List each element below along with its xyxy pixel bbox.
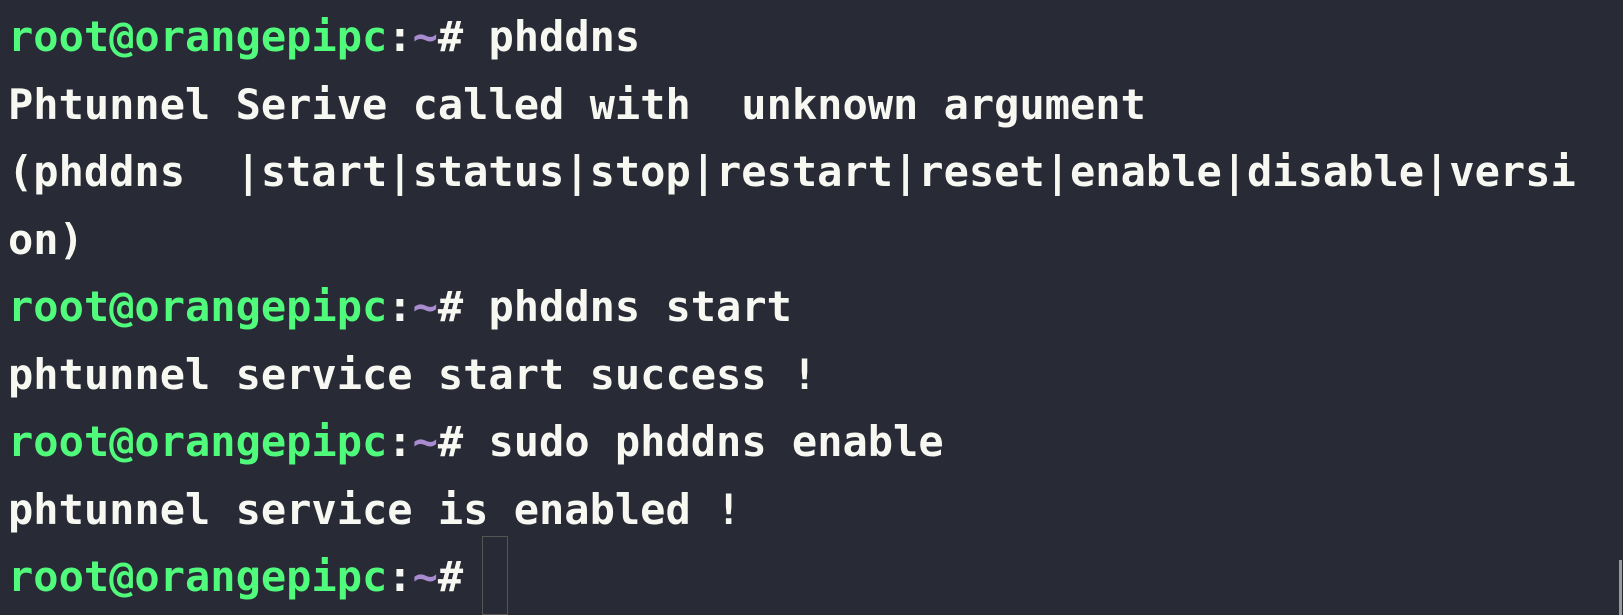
prompt-path: ~	[412, 552, 438, 601]
output-line: (phddns |start|status|stop|restart|reset…	[8, 147, 1576, 196]
prompt-user-host: root@orangepipc	[8, 552, 388, 601]
prompt-path: ~	[412, 282, 438, 331]
output-line: phtunnel service start success !	[8, 349, 818, 399]
prompt-symbol: #	[437, 552, 489, 601]
prompt-symbol: #	[437, 417, 489, 466]
prompt-line: root@orangepipc:~# phddns start	[8, 273, 1576, 341]
output-line: on)	[8, 214, 84, 264]
output-line: phtunnel service is enabled !	[8, 484, 742, 534]
prompt-colon: :	[387, 12, 413, 61]
prompt-colon: :	[387, 417, 413, 466]
prompt-line: root@orangepipc:~# sudo phddns enable	[8, 408, 1576, 476]
prompt-line: root@orangepipc:~# phddns	[8, 3, 1576, 71]
prompt-path: ~	[412, 12, 438, 61]
prompt-user-host: root@orangepipc	[8, 417, 388, 466]
prompt-symbol: #	[437, 282, 489, 331]
prompt-symbol: #	[437, 12, 489, 61]
prompt-line[interactable]: root@orangepipc:~#	[8, 543, 1576, 611]
prompt-user-host: root@orangepipc	[8, 282, 388, 331]
prompt-user-host: root@orangepipc	[8, 12, 388, 61]
command-text: phddns	[488, 12, 641, 61]
prompt-colon: :	[387, 552, 413, 601]
prompt-path: ~	[412, 417, 438, 466]
window-edge	[1619, 560, 1622, 615]
command-text: sudo phddns enable	[488, 417, 944, 466]
terminal-cursor	[482, 536, 508, 615]
output-line: Phtunnel Serive called with unknown argu…	[8, 79, 1146, 129]
command-text: phddns start	[488, 282, 792, 331]
prompt-colon: :	[387, 282, 413, 331]
terminal-output[interactable]: root@orangepipc:~# phddns Phtunnel Seriv…	[8, 3, 1576, 611]
